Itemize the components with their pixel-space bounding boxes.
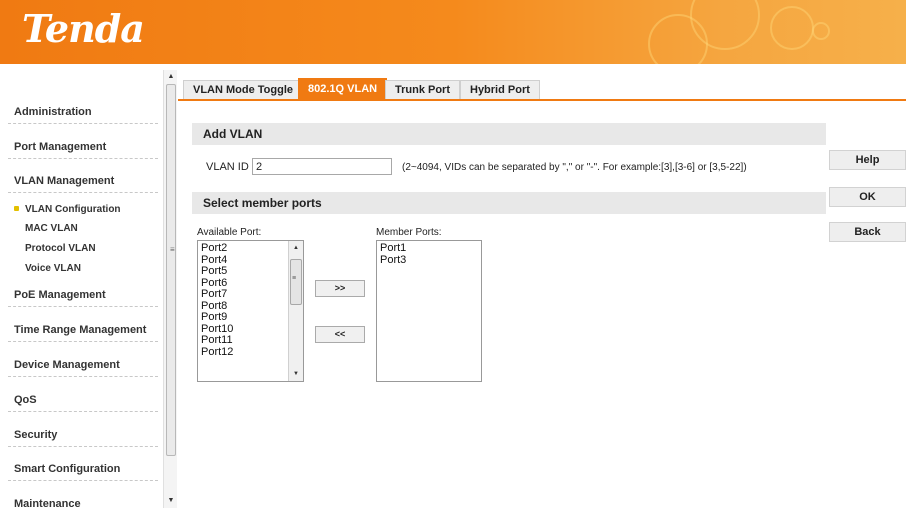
sidebar-item-poe-management[interactable]: PoE Management	[14, 289, 106, 301]
available-list-scrollbar[interactable]: ▲ ≡ ▼	[288, 241, 303, 381]
active-bullet-icon	[14, 206, 19, 211]
nav-divider	[8, 376, 158, 377]
vlan-id-label: VLAN ID	[206, 161, 249, 173]
scroll-up-icon[interactable]: ▲	[289, 241, 303, 255]
available-port-list[interactable]: Port2 Port4 Port5 Port6 Port7 Port8 Port…	[197, 240, 304, 382]
sidebar-item-port-management[interactable]: Port Management	[14, 141, 106, 153]
vlan-id-input[interactable]	[252, 158, 392, 175]
sidebar-item-qos[interactable]: QoS	[14, 394, 37, 406]
nav-divider	[8, 158, 158, 159]
back-button[interactable]: Back	[829, 222, 906, 242]
scroll-up-icon[interactable]: ▲	[164, 70, 178, 84]
nav-divider	[8, 446, 158, 447]
sidebar-item-smart-configuration[interactable]: Smart Configuration	[14, 463, 120, 475]
nav-divider	[8, 306, 158, 307]
tab-bar: VLAN Mode Toggle 802.1Q VLAN Trunk Port …	[178, 78, 906, 100]
grip-icon: ≡	[292, 275, 297, 282]
add-vlan-header: Add VLAN	[192, 123, 826, 145]
sidebar-item-voice-vlan[interactable]: Voice VLAN	[25, 263, 81, 274]
list-item[interactable]: Port1	[380, 242, 406, 255]
sidebar-item-administration[interactable]: Administration	[14, 106, 92, 118]
list-item[interactable]: Port5	[201, 265, 233, 278]
help-button[interactable]: Help	[829, 150, 906, 170]
member-port-list[interactable]: Port1 Port3	[376, 240, 482, 382]
tab-vlan-mode-toggle[interactable]: VLAN Mode Toggle	[183, 80, 304, 100]
scroll-down-icon[interactable]: ▼	[164, 494, 178, 508]
vlan-id-hint: (2~4094, VIDs can be separated by "," or…	[402, 162, 747, 173]
select-member-ports-header: Select member ports	[192, 192, 826, 214]
member-ports-label: Member Ports:	[376, 227, 442, 238]
ok-button[interactable]: OK	[829, 187, 906, 207]
sidebar-item-device-management[interactable]: Device Management	[14, 359, 120, 371]
list-item[interactable]: Port3	[380, 254, 406, 267]
available-port-label: Available Port:	[197, 227, 262, 238]
sidebar-item-vlan-management[interactable]: VLAN Management	[14, 175, 114, 187]
brand-logo: Tenda	[22, 6, 145, 51]
tab-802-1q-vlan[interactable]: 802.1Q VLAN	[298, 78, 388, 100]
nav-divider	[8, 192, 158, 193]
sidebar-nav: Administration Port Management VLAN Mana…	[0, 70, 163, 510]
grip-icon: ≡	[170, 245, 175, 254]
add-member-button[interactable]: >>	[315, 280, 365, 297]
header-decoration	[770, 6, 814, 50]
tab-underline	[178, 99, 906, 101]
sidebar-item-security[interactable]: Security	[14, 429, 57, 441]
tab-trunk-port[interactable]: Trunk Port	[385, 80, 461, 100]
list-item[interactable]: Port9	[201, 311, 233, 324]
header-banner: Tenda	[0, 0, 906, 64]
remove-member-button[interactable]: <<	[315, 326, 365, 343]
list-item[interactable]: Port12	[201, 346, 233, 359]
sidebar-item-protocol-vlan[interactable]: Protocol VLAN	[25, 243, 96, 254]
sidebar-item-time-range-management[interactable]: Time Range Management	[14, 324, 146, 336]
nav-divider	[8, 123, 158, 124]
list-item[interactable]: Port2	[201, 242, 233, 255]
scrollbar-thumb[interactable]	[290, 259, 302, 305]
nav-divider	[8, 341, 158, 342]
tab-hybrid-port[interactable]: Hybrid Port	[460, 80, 540, 100]
nav-divider	[8, 411, 158, 412]
sidebar-scrollbar[interactable]: ▲ ≡ ▼	[163, 70, 177, 508]
list-item[interactable]: Port7	[201, 288, 233, 301]
nav-divider	[8, 480, 158, 481]
sidebar-item-vlan-configuration[interactable]: VLAN Configuration	[25, 204, 121, 215]
scroll-down-icon[interactable]: ▼	[289, 367, 303, 381]
header-decoration	[812, 22, 830, 40]
list-item[interactable]: Port11	[201, 334, 233, 347]
sidebar-item-mac-vlan[interactable]: MAC VLAN	[25, 223, 78, 234]
sidebar-item-maintenance[interactable]: Maintenance	[14, 498, 81, 510]
scrollbar-thumb[interactable]: ≡	[166, 84, 176, 456]
